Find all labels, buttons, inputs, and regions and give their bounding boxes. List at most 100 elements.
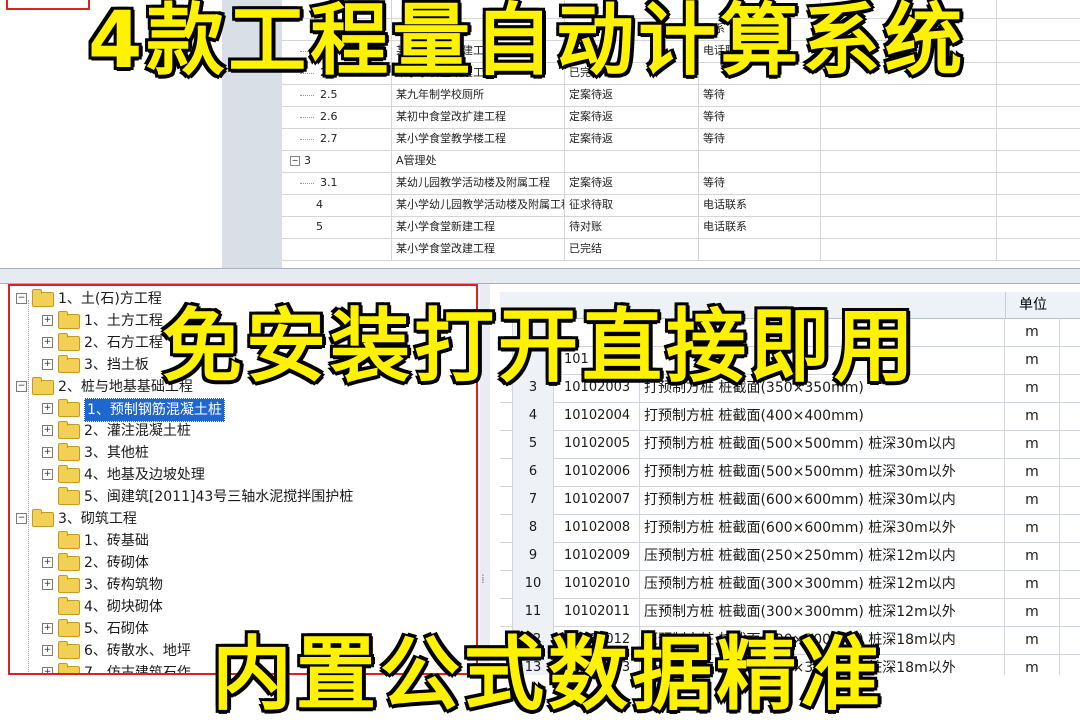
project-id: 2.6 bbox=[320, 110, 338, 123]
project-id-cell: 5 bbox=[282, 216, 392, 238]
project-note bbox=[699, 150, 821, 172]
expand-icon[interactable]: + bbox=[42, 667, 53, 673]
tree-node-label: 2、石方工程 bbox=[84, 335, 163, 351]
expand-icon[interactable]: + bbox=[42, 337, 53, 348]
expand-icon[interactable]: + bbox=[42, 315, 53, 326]
project-row[interactable]: 5 某小学食堂新建工程 待对账 电话联系 bbox=[282, 216, 1080, 239]
quota-unit: m bbox=[1005, 514, 1060, 542]
row-number: 4 bbox=[512, 402, 554, 430]
quota-code: 10102008 bbox=[552, 514, 640, 542]
expand-icon[interactable]: + bbox=[42, 469, 53, 480]
quota-unit: m bbox=[1005, 570, 1060, 598]
tree-node-label: 5、闽建筑[2011]43号三轴水泥搅拌围护桩 bbox=[84, 489, 354, 505]
tree-guide-line bbox=[28, 300, 29, 673]
project-name: 某小学食堂改建工程 bbox=[392, 238, 565, 260]
tree-node-label: 4、砌块砌体 bbox=[84, 599, 163, 615]
folder-icon bbox=[58, 641, 80, 659]
expand-icon[interactable]: + bbox=[42, 359, 53, 370]
folder-icon bbox=[58, 311, 80, 329]
splitter-grip-icon[interactable]: ⁞ bbox=[481, 572, 485, 586]
project-note: 电话联系 bbox=[699, 216, 821, 238]
collapse-icon[interactable]: − bbox=[290, 156, 300, 166]
folder-icon bbox=[58, 553, 80, 571]
quota-unit: m bbox=[1005, 458, 1060, 486]
project-id-cell: 4 bbox=[282, 194, 392, 216]
project-status: 定案待返 bbox=[565, 106, 699, 128]
empty-cell bbox=[996, 106, 1080, 128]
quota-name: 压预制方桩 桩截面(250×250mm) 桩深12m以内 bbox=[640, 542, 1005, 570]
project-id-cell bbox=[282, 238, 392, 260]
empty-cell bbox=[996, 84, 1080, 106]
table-row[interactable]: 10 10102010 压预制方桩 桩截面(300×300mm) 桩深12m以内 m bbox=[500, 570, 1080, 599]
folder-icon bbox=[58, 399, 80, 417]
quota-name: 打预制方桩 桩截面(600×600mm) 桩深30m以外 bbox=[640, 514, 1005, 542]
tree-connector-icon bbox=[300, 138, 314, 140]
tree-node-label: 6、砖散水、地坪 bbox=[84, 643, 191, 659]
expand-icon[interactable]: + bbox=[42, 645, 53, 656]
column-header-unit[interactable]: 单位 bbox=[1005, 292, 1060, 318]
quota-code: 10102009 bbox=[552, 542, 640, 570]
banner-no-install: 免安装打开直接即用 bbox=[161, 299, 918, 395]
expand-icon[interactable]: + bbox=[42, 447, 53, 458]
project-id: 4 bbox=[316, 198, 323, 211]
table-row[interactable]: 8 10102008 打预制方桩 桩截面(600×600mm) 桩深30m以外 m bbox=[500, 514, 1080, 543]
row-number: 5 bbox=[512, 430, 554, 458]
empty-cell bbox=[821, 128, 997, 150]
folder-icon bbox=[58, 443, 80, 461]
expand-icon[interactable]: + bbox=[42, 403, 53, 414]
table-row[interactable]: 6 10102006 打预制方桩 桩截面(500×500mm) 桩深30m以外 m bbox=[500, 458, 1080, 487]
tree-node-label: 1、土(石)方工程 bbox=[58, 291, 162, 307]
quota-name: 打预制方桩 桩截面(500×500mm) 桩深30m以外 bbox=[640, 458, 1005, 486]
row-number: 9 bbox=[512, 542, 554, 570]
tree-node-label: 1、预制钢筋混凝土桩 bbox=[84, 398, 225, 422]
expand-icon[interactable]: + bbox=[42, 579, 53, 590]
project-row[interactable]: 2.7 某小学食堂教学楼工程 定案待返 等待 bbox=[282, 128, 1080, 151]
quota-unit: m bbox=[1005, 486, 1060, 514]
expand-icon[interactable]: + bbox=[42, 623, 53, 634]
quota-code: 10102004 bbox=[552, 402, 640, 430]
folder-icon bbox=[58, 575, 80, 593]
tree-node-label: 4、地基及边坡处理 bbox=[84, 467, 205, 483]
project-status: 征求待取 bbox=[565, 194, 699, 216]
table-row[interactable]: 4 10102004 打预制方桩 桩截面(400×400mm) m bbox=[500, 402, 1080, 431]
project-status: 定案待返 bbox=[565, 128, 699, 150]
project-id-cell: 3.1 bbox=[282, 172, 392, 194]
folder-icon bbox=[58, 355, 80, 373]
tree-node-label: 3、其他桩 bbox=[84, 445, 149, 461]
table-row[interactable]: 5 10102005 打预制方桩 桩截面(500×500mm) 桩深30m以内 m bbox=[500, 430, 1080, 459]
quota-unit: m bbox=[1005, 430, 1060, 458]
project-name: 某小学幼儿园教学活动楼及附属工程 bbox=[392, 194, 565, 216]
project-status: 待对账 bbox=[565, 216, 699, 238]
project-row[interactable]: −3 A管理处 bbox=[282, 150, 1080, 173]
project-row[interactable]: 某小学食堂改建工程 已完结 bbox=[282, 238, 1080, 261]
tree-connector-icon bbox=[300, 94, 314, 96]
project-row[interactable]: 4 某小学幼儿园教学活动楼及附属工程 征求待取 电话联系 bbox=[282, 194, 1080, 217]
expand-icon[interactable]: + bbox=[42, 425, 53, 436]
project-note: 等待 bbox=[699, 172, 821, 194]
tree-node-label: 1、砖基础 bbox=[84, 533, 149, 549]
folder-icon bbox=[58, 465, 80, 483]
collapse-icon[interactable]: − bbox=[16, 293, 27, 304]
tree-node-label: 3、挡土板 bbox=[84, 357, 149, 373]
tree-node-label: 2、砖砌体 bbox=[84, 555, 149, 571]
project-row[interactable]: 2.6 某初中食堂改扩建工程 定案待返 等待 bbox=[282, 106, 1080, 129]
empty-cell bbox=[821, 172, 997, 194]
project-status: 定案待返 bbox=[565, 172, 699, 194]
table-row[interactable]: 7 10102007 打预制方桩 桩截面(600×600mm) 桩深30m以内 m bbox=[500, 486, 1080, 515]
folder-icon bbox=[32, 509, 54, 527]
quota-unit: m bbox=[1005, 654, 1060, 675]
table-row[interactable]: 9 10102009 压预制方桩 桩截面(250×250mm) 桩深12m以内 m bbox=[500, 542, 1080, 571]
collapse-icon[interactable]: − bbox=[16, 381, 27, 392]
quota-name: 打预制方桩 桩截面(500×500mm) 桩深30m以内 bbox=[640, 430, 1005, 458]
project-id-cell: 2.7 bbox=[282, 128, 392, 150]
banner-accurate-formulas: 内置公式数据精准 bbox=[211, 627, 884, 723]
expand-icon[interactable]: + bbox=[42, 557, 53, 568]
folder-icon bbox=[58, 487, 80, 505]
quota-name: 压预制方桩 桩截面(300×300mm) 桩深12m以内 bbox=[640, 570, 1005, 598]
empty-cell bbox=[821, 150, 997, 172]
project-status: 已完结 bbox=[565, 238, 699, 260]
collapse-icon[interactable]: − bbox=[16, 513, 27, 524]
project-row[interactable]: 3.1 某幼儿园教学活动楼及附属工程 定案待返 等待 bbox=[282, 172, 1080, 195]
folder-icon bbox=[58, 663, 80, 673]
project-id-cell: 2.6 bbox=[282, 106, 392, 128]
